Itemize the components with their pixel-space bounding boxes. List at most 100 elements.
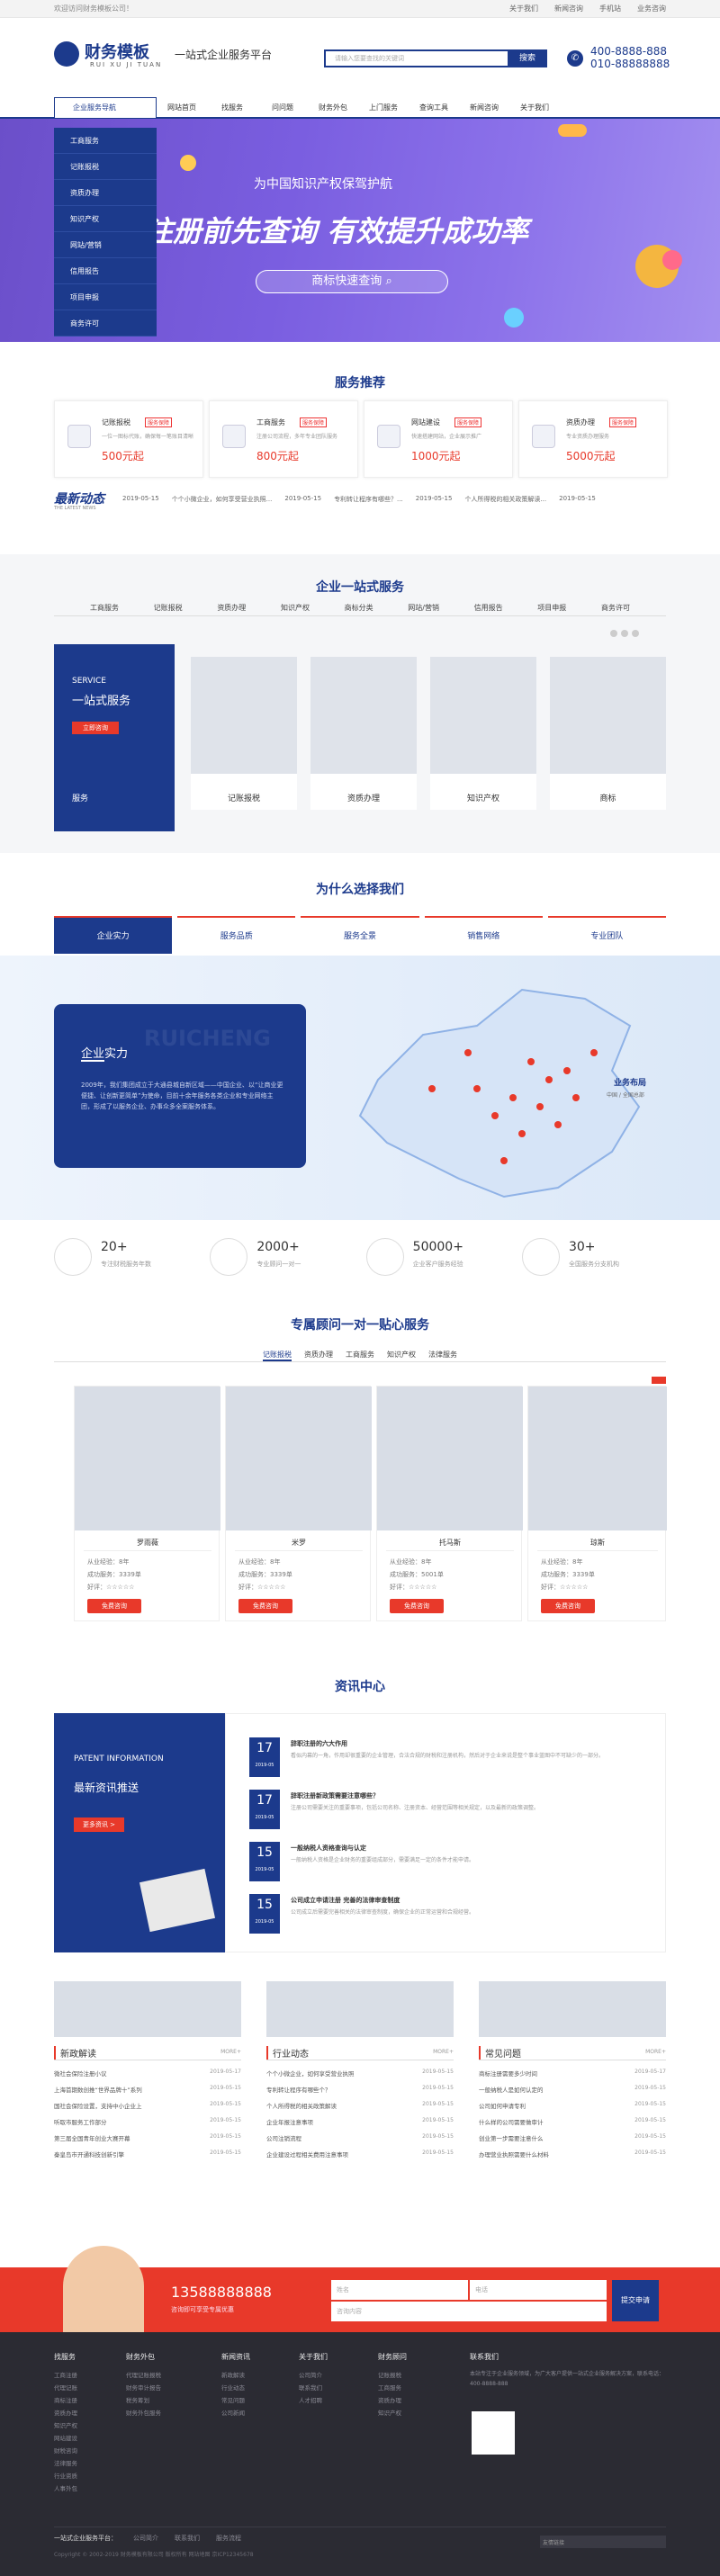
nav-find-service[interactable]: 找服务 [207, 97, 257, 119]
list-item[interactable]: 秦皇岛市开通科技创新引擎 2019-05-15 [54, 2147, 241, 2161]
list-item[interactable]: 上海首期数创推“世界品牌十”系列 2019-05-15 [54, 2082, 241, 2096]
footer-link[interactable]: 代理记账 [54, 2382, 126, 2394]
item-title[interactable]: 一般纳税人是如何认定的 [479, 2085, 544, 2094]
search-input[interactable]: 请输入您要查找的关键词 [335, 54, 404, 63]
tab-network[interactable]: 销售网络 [424, 916, 543, 954]
footer-link[interactable]: 常见问题 [221, 2394, 293, 2407]
item-title[interactable]: 商标注册需要多少时间 [479, 2069, 537, 2078]
side-item-license[interactable]: 商务许可 [54, 310, 157, 337]
footer-link[interactable]: 公司新闻 [221, 2407, 293, 2419]
logo-icon[interactable] [54, 41, 79, 67]
footer-link[interactable]: 服务流程 [216, 2534, 241, 2543]
product-card[interactable]: 记账报税 [191, 657, 297, 810]
news-title[interactable]: 公司成立申请注册 完善的法律审查制度 [291, 1896, 400, 1905]
side-item-web[interactable]: 网站/营销 [54, 232, 157, 258]
tab-trademark[interactable]: 商标分类 [345, 603, 374, 613]
tab-accounting[interactable]: 记账报税 [263, 1350, 292, 1361]
nav-tools[interactable]: 查询工具 [409, 97, 459, 119]
news-title[interactable]: 一般纳税人资格查询与认定 [291, 1844, 366, 1853]
footer-link[interactable]: 代理记账报税 [126, 2369, 198, 2382]
product-card[interactable]: 商标 [550, 657, 666, 810]
footer-link[interactable]: 联系我们 [299, 2382, 371, 2394]
footer-link[interactable]: 公司简介 [133, 2534, 158, 2543]
tab-project[interactable]: 项目申报 [537, 603, 566, 613]
side-item-ip[interactable]: 知识产权 [54, 206, 157, 232]
news-item[interactable]: 15 2019-05 公司成立申请注册 完善的法律审查制度 公司成立后需要完善相关… [249, 1894, 654, 1941]
item-title[interactable]: 什么样的公司需要做审计 [479, 2117, 544, 2126]
footer-link[interactable]: 知识产权 [54, 2419, 126, 2432]
nav-home[interactable]: 网站首页 [157, 97, 207, 119]
expert-card[interactable]: 琼斯 从业经验：8年 成功服务：3339单 好评：☆☆☆☆☆ 免费咨询 [527, 1386, 667, 1621]
item-title[interactable]: 微社会保险注册小议 [54, 2069, 107, 2078]
footer-link[interactable]: 记账报税 [378, 2369, 450, 2382]
service-card[interactable]: 网站建设 服务保障 快速搭建网站，企业展示推广 1000元起 [364, 400, 513, 478]
list-item[interactable]: 听取市服务工作部分 2019-05-15 [54, 2114, 241, 2129]
carousel-next-icon[interactable] [652, 1377, 666, 1384]
expert-card[interactable]: 托马斯 从业经验：8年 成功服务：5001单 好评：☆☆☆☆☆ 免费咨询 [376, 1386, 523, 1621]
news-link[interactable]: 专利转让程序有哪些？... [334, 495, 403, 504]
footer-link[interactable]: 行业动态 [221, 2382, 293, 2394]
footer-link[interactable]: 联系我们 [175, 2534, 200, 2543]
more-link[interactable]: MORE+ [220, 2049, 241, 2055]
list-item[interactable]: 微社会保险注册小议 2019-05-17 [54, 2066, 241, 2080]
footer-link[interactable]: 法律服务 [54, 2457, 126, 2470]
item-title[interactable]: 企业年报注意事项 [266, 2117, 313, 2126]
top-link-mobile[interactable]: 手机站 [599, 4, 621, 13]
footer-link[interactable]: 财务审计报告 [126, 2382, 198, 2394]
free-consult-button[interactable]: 免费咨询 [87, 1599, 141, 1613]
tab-panorama[interactable]: 服务全景 [301, 916, 419, 954]
news-item[interactable]: 17 2019-05 辞职注册新政策需要注意哪些？ 注册公司需要关注的重要事项，包… [249, 1790, 654, 1836]
trademark-search-button[interactable]: 商标快速查询 ⌕ [256, 270, 448, 293]
tab-business[interactable]: 工商服务 [346, 1350, 374, 1361]
free-consult-button[interactable]: 免费咨询 [390, 1599, 444, 1613]
tab-qualification[interactable]: 资质办理 [304, 1350, 333, 1361]
tab-credit[interactable]: 信用报告 [474, 603, 503, 613]
carousel-dot[interactable] [632, 630, 639, 637]
footer-link[interactable]: 商标注册 [54, 2394, 126, 2407]
nav-service-guide[interactable]: 企业服务导航 [54, 97, 157, 119]
phone-field[interactable]: 电话 [470, 2280, 607, 2300]
top-link-consult[interactable]: 业务咨询 [637, 4, 666, 13]
footer-link[interactable]: 资质办理 [54, 2407, 126, 2419]
carousel-dot[interactable] [610, 630, 617, 637]
expert-card[interactable]: 米罗 从业经验：8年 成功服务：3339单 好评：☆☆☆☆☆ 免费咨询 [225, 1386, 372, 1621]
list-item[interactable]: 公司如何申请专利 2019-05-15 [479, 2098, 666, 2113]
footer-link[interactable]: 行业资质 [54, 2470, 126, 2482]
more-link[interactable]: MORE+ [433, 2049, 454, 2055]
side-item-business[interactable]: 工商服务 [54, 128, 157, 154]
tab-strength[interactable]: 企业实力 [54, 916, 173, 954]
item-title[interactable]: 个个小微企业，如何享受营业执照 [266, 2069, 355, 2078]
tab-legal[interactable]: 法律服务 [428, 1350, 457, 1361]
item-title[interactable]: 第三届全国青年创业大赛开幕 [54, 2133, 130, 2142]
service-card[interactable]: 工商服务 服务保障 注册公司流程，多年专业团队服务 800元起 [209, 400, 358, 478]
list-item[interactable]: 个个小微企业，如何享受营业执照 2019-05-15 [266, 2066, 454, 2080]
footer-link[interactable]: 财税咨询 [54, 2445, 126, 2457]
tab-business[interactable]: 工商服务 [90, 603, 119, 613]
carousel-dot[interactable] [621, 630, 628, 637]
brand-name[interactable]: 财务模板 [85, 40, 149, 63]
footer-link[interactable]: 工商注册 [54, 2369, 126, 2382]
list-item[interactable]: 什么样的公司需要做审计 2019-05-15 [479, 2114, 666, 2129]
expert-card[interactable]: 罗雨薇 从业经验：8年 成功服务：3339单 好评：☆☆☆☆☆ 免费咨询 [74, 1386, 220, 1621]
consult-button[interactable]: 立即咨询 [72, 722, 119, 734]
item-title[interactable]: 听取市服务工作部分 [54, 2117, 107, 2126]
name-field[interactable]: 姓名 [331, 2280, 468, 2300]
item-title[interactable]: 秦皇岛市开通科技创新引擎 [54, 2150, 124, 2159]
footer-link[interactable]: 人事外包 [54, 2482, 126, 2495]
tab-ip[interactable]: 知识产权 [281, 603, 310, 613]
news-title[interactable]: 辞职注册的六大作用 [291, 1739, 347, 1748]
product-card[interactable]: 资质办理 [310, 657, 417, 810]
footer-link[interactable]: 知识产权 [378, 2407, 450, 2419]
friend-links-select[interactable]: 友情链接 [540, 2536, 666, 2548]
submit-button[interactable]: 提交申请 [612, 2280, 659, 2321]
news-link[interactable]: 个人所得税的相关政策解读... [464, 495, 546, 504]
list-item[interactable]: 一般纳税人是如何认定的 2019-05-15 [479, 2082, 666, 2096]
list-item[interactable]: 企业年报注意事项 2019-05-15 [266, 2114, 454, 2129]
tab-qualification[interactable]: 资质办理 [217, 603, 246, 613]
news-title[interactable]: 辞职注册新政策需要注意哪些？ [291, 1791, 379, 1800]
free-consult-button[interactable]: 免费咨询 [238, 1599, 292, 1613]
tab-quality[interactable]: 服务品质 [177, 916, 296, 954]
news-promo[interactable]: PATENT INFORMATION 最新资讯推送 更多资讯 > [54, 1713, 225, 1952]
list-item[interactable]: 个人所得税的相关政策解读 2019-05-15 [266, 2098, 454, 2113]
side-item-credit[interactable]: 信用报告 [54, 258, 157, 284]
